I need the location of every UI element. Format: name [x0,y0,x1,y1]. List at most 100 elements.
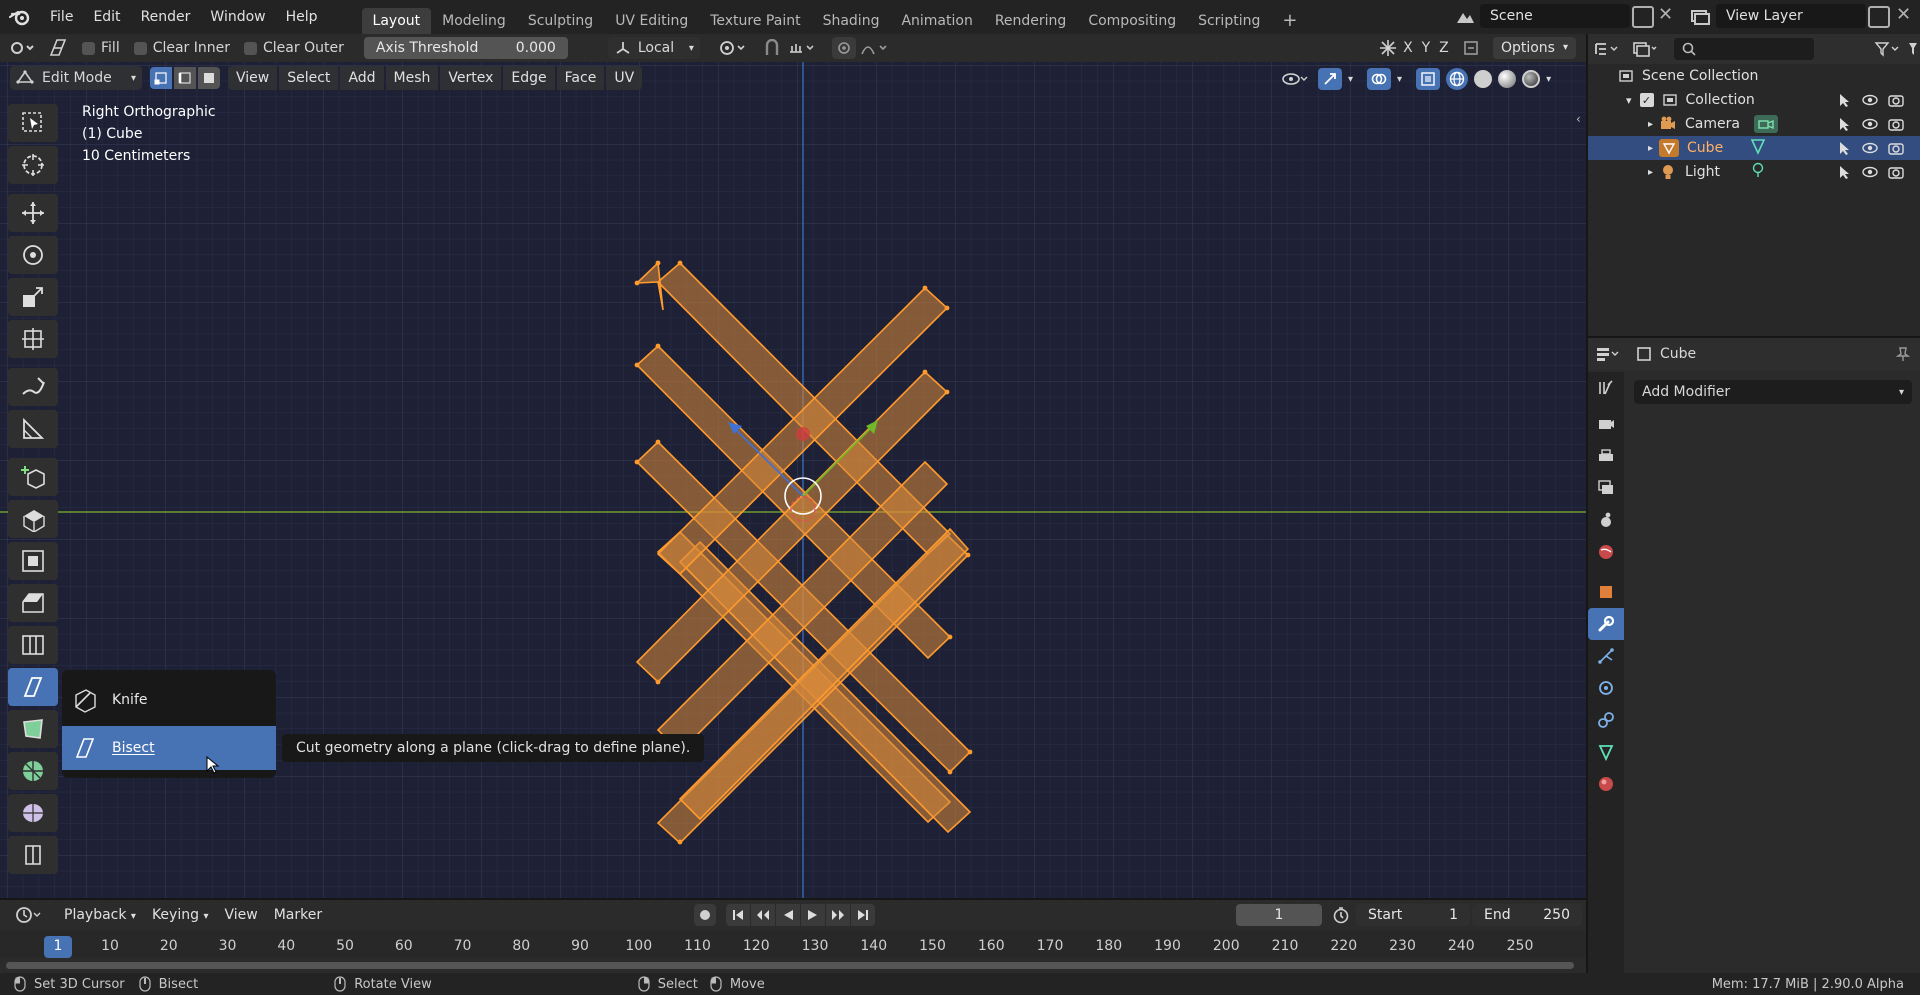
menu-marker[interactable]: Marker [266,903,330,927]
render-camera-icon[interactable] [1888,93,1904,107]
tab-sculpting[interactable]: Sculpting [517,8,604,34]
render-camera-icon[interactable] [1888,117,1904,131]
tab-animation[interactable]: Animation [890,8,983,34]
end-frame-field[interactable]: End 250 [1472,904,1582,926]
clear-outer-checkbox[interactable]: Clear Outer [244,40,344,56]
scene-selector-icon[interactable] [1450,6,1480,28]
tool-cursor[interactable] [8,146,58,184]
snap-target-icon[interactable] [784,37,820,59]
mirror-y-toggle[interactable]: Y [1417,40,1435,56]
view-layer-icon[interactable] [1688,6,1712,28]
menu-uv[interactable]: UV [606,66,643,90]
tool-annotate[interactable] [8,368,58,406]
view-layer-field[interactable]: View Layer [1716,4,1866,28]
mode-dropdown[interactable]: Edit Mode ▾ [10,66,142,90]
menu-add[interactable]: Add [340,66,384,90]
menu-render[interactable]: Render [131,0,201,34]
outliner-row-scene-collection[interactable]: Scene Collection [1588,64,1920,88]
tab-compositing[interactable]: Compositing [1077,8,1187,34]
falloff-icon[interactable] [856,37,894,59]
menu-playback[interactable]: Playback ▾ [56,903,144,927]
expand-arrow-icon[interactable]: ▸ [1648,143,1653,154]
selectable-arrow-icon[interactable] [1838,165,1852,179]
light-data-icon[interactable] [1750,162,1766,182]
tab-modifiers[interactable] [1588,608,1624,640]
sidebar-toggle-icon[interactable]: ‹ [1576,112,1581,126]
tab-view-layer[interactable] [1588,472,1624,504]
menu-face[interactable]: Face [556,66,605,90]
timeline-editor-icon[interactable] [10,903,48,927]
selectable-arrow-icon[interactable] [1838,93,1852,107]
popup-item-bisect[interactable]: Bisect [62,726,276,774]
auto-merge-icon[interactable] [1459,37,1483,59]
stopwatch-icon[interactable] [1332,906,1350,928]
menu-timeline-view[interactable]: View [216,903,265,927]
transform-gizmo-icon[interactable] [1377,37,1399,59]
eye-icon[interactable] [1862,166,1878,178]
tool-scale[interactable] [8,278,58,316]
edge-select-icon[interactable] [174,67,196,89]
tool-move[interactable] [8,194,58,232]
tab-material[interactable] [1588,768,1624,800]
selectable-arrow-icon[interactable] [1838,117,1852,131]
outliner-search-input[interactable] [1674,38,1814,60]
tab-data[interactable] [1588,736,1624,768]
render-camera-icon[interactable] [1888,165,1904,179]
mirror-x-toggle[interactable]: X [1399,40,1417,56]
tab-texture-paint[interactable]: Texture Paint [699,8,811,34]
menu-edge[interactable]: Edge [503,66,555,90]
mesh-data-icon[interactable] [1749,137,1767,159]
blender-logo-icon[interactable] [0,0,40,34]
tab-shading[interactable]: Shading [812,8,891,34]
expand-arrow-icon[interactable]: ▸ [1648,119,1653,130]
play-button[interactable] [801,904,825,926]
editor-type-icon[interactable] [0,34,44,62]
play-reverse-button[interactable] [776,904,800,926]
tool-poly-build[interactable] [8,710,58,748]
outliner-editor-icon[interactable] [1588,36,1626,62]
menu-window[interactable]: Window [200,0,275,34]
tab-render[interactable] [1588,408,1624,440]
new-view-layer-icon[interactable] [1868,6,1890,28]
prev-keyframe-button[interactable] [751,904,775,926]
eye-icon[interactable] [1862,142,1878,154]
tab-world[interactable] [1588,536,1624,568]
tool-transform[interactable] [8,320,58,358]
tab-particles[interactable] [1588,640,1624,672]
next-keyframe-button[interactable] [826,904,850,926]
scene-name-field[interactable]: Scene [1480,4,1630,28]
menu-select[interactable]: Select [279,66,339,90]
tab-constraints[interactable] [1588,704,1624,736]
record-button[interactable] [694,904,716,926]
menu-keying[interactable]: Keying ▾ [144,903,217,927]
camera-data-icon[interactable] [1753,115,1778,133]
tool-select-box[interactable] [8,104,58,142]
timeline-scrollbar[interactable] [6,962,1574,969]
current-frame-field[interactable]: 1 [1236,904,1322,926]
tab-scene[interactable] [1588,504,1624,536]
properties-editor-icon[interactable] [1588,341,1628,367]
proportional-edit-icon[interactable] [831,37,856,59]
axis-threshold-field[interactable]: Axis Threshold 0.000 [363,37,568,59]
jump-end-button[interactable] [851,904,875,926]
mirror-z-toggle[interactable]: Z [1435,40,1453,56]
tab-layout[interactable]: Layout [361,8,432,34]
menu-view[interactable]: View [228,66,278,90]
new-scene-icon[interactable] [1632,6,1654,28]
tool-inset[interactable] [8,542,58,580]
tool-smooth[interactable] [8,794,58,832]
popup-item-knife[interactable]: Knife [62,678,276,722]
menu-mesh[interactable]: Mesh [385,66,439,90]
jump-start-button[interactable] [726,904,750,926]
filter-icon[interactable] [1870,38,1904,60]
tab-output[interactable] [1588,440,1624,472]
frame-ruler[interactable]: 1 10 20 30 40 50 60 70 80 90 100 110 120 130 140 150 160… [0,930,1586,958]
selectable-arrow-icon[interactable] [1838,141,1852,155]
pivot-point-icon[interactable] [714,37,752,59]
clear-inner-checkbox[interactable]: Clear Inner [133,40,230,56]
menu-edit[interactable]: Edit [83,0,130,34]
tab-tool[interactable] [1588,372,1624,404]
pin-icon[interactable] [1896,346,1910,362]
snap-toggle-icon[interactable] [760,37,784,59]
tool-extrude[interactable] [8,500,58,538]
